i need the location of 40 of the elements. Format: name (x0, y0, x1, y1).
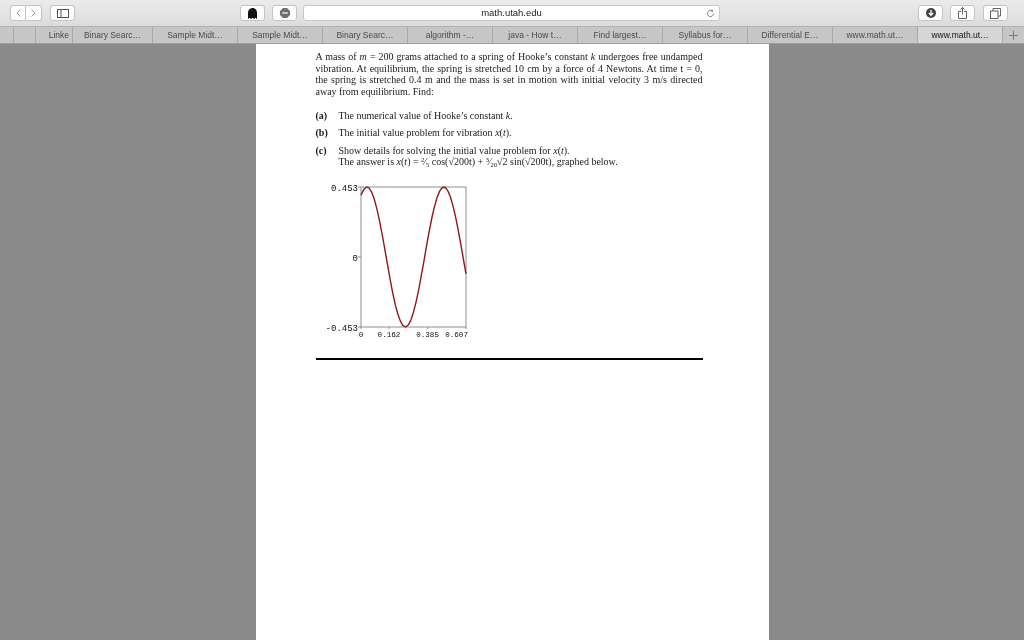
extension-button[interactable] (240, 5, 265, 21)
question-text: Show details for solving the initial value problem for x(t). (338, 144, 571, 157)
plus-icon (1009, 30, 1018, 40)
browser-tab[interactable]: java - How t… (493, 27, 578, 43)
download-button[interactable] (918, 5, 943, 21)
address-field[interactable]: math.utah.edu (303, 5, 720, 21)
answer-text: The answer is x(t) = $^{2}$⁄$_{5}$ cos(√200t) + $^{3}$⁄$_{20}$√2 sin(√200t), graphed below. (338, 156, 618, 168)
forward-button[interactable] (26, 5, 42, 21)
tabs-button[interactable] (983, 5, 1008, 21)
chevron-right-icon (31, 9, 36, 17)
share-button[interactable] (950, 5, 975, 21)
browser-tab[interactable]: Syllabus for… (663, 27, 748, 43)
back-button[interactable] (10, 5, 26, 21)
ghost-icon (248, 7, 257, 19)
question-label: (b) (315, 127, 329, 140)
share-icon (958, 7, 967, 19)
question-label: (c) (315, 144, 328, 158)
browser-tab[interactable]: www.math.ut… (918, 27, 1003, 43)
download-icon (925, 8, 936, 18)
browser-tab[interactable]: Sample Midt… (153, 27, 238, 43)
browser-tab[interactable]: Sample Midt… (238, 27, 323, 43)
browser-tab[interactable]: Differential E… (748, 27, 833, 43)
reload-icon[interactable] (706, 8, 715, 18)
octagon-icon (279, 8, 290, 18)
tick-label: 0.453 (330, 183, 358, 194)
browser-tab[interactable]: Linke (36, 27, 73, 43)
sidebar-button[interactable] (50, 5, 75, 21)
question-text: The numerical value of Hooke’s constant k. (338, 110, 513, 122)
browser-tab[interactable]: Find largest… (578, 27, 663, 43)
sidebar-icon (56, 8, 69, 18)
question-text: The initial value problem for vibration x(t). (338, 127, 512, 140)
browser-tab[interactable]: Binary Searc… (73, 27, 153, 43)
overlapping-squares-icon (990, 7, 1001, 19)
problem-paragraph: A mass of m = 200 grams attached to a spring of Hooke’s constant k undergoes free undamped vibration. At equilibrium, the spring is stretched 10 cm by a force of 4 Newtons. At time t = 0, the spring is stretched 0.4 m and the mass is set in motion with initial velocity 3 m/s directed away from equilibrium. Find: (315, 51, 703, 98)
tick-label: 0 (352, 253, 358, 264)
chevron-left-icon (15, 9, 21, 17)
question-label: (a) (315, 110, 329, 122)
browser-tab[interactable]: Binary Searc… (323, 27, 408, 43)
browser-tab[interactable]: algorithm -… (408, 27, 493, 43)
tick-label: -0.453 (325, 323, 358, 334)
